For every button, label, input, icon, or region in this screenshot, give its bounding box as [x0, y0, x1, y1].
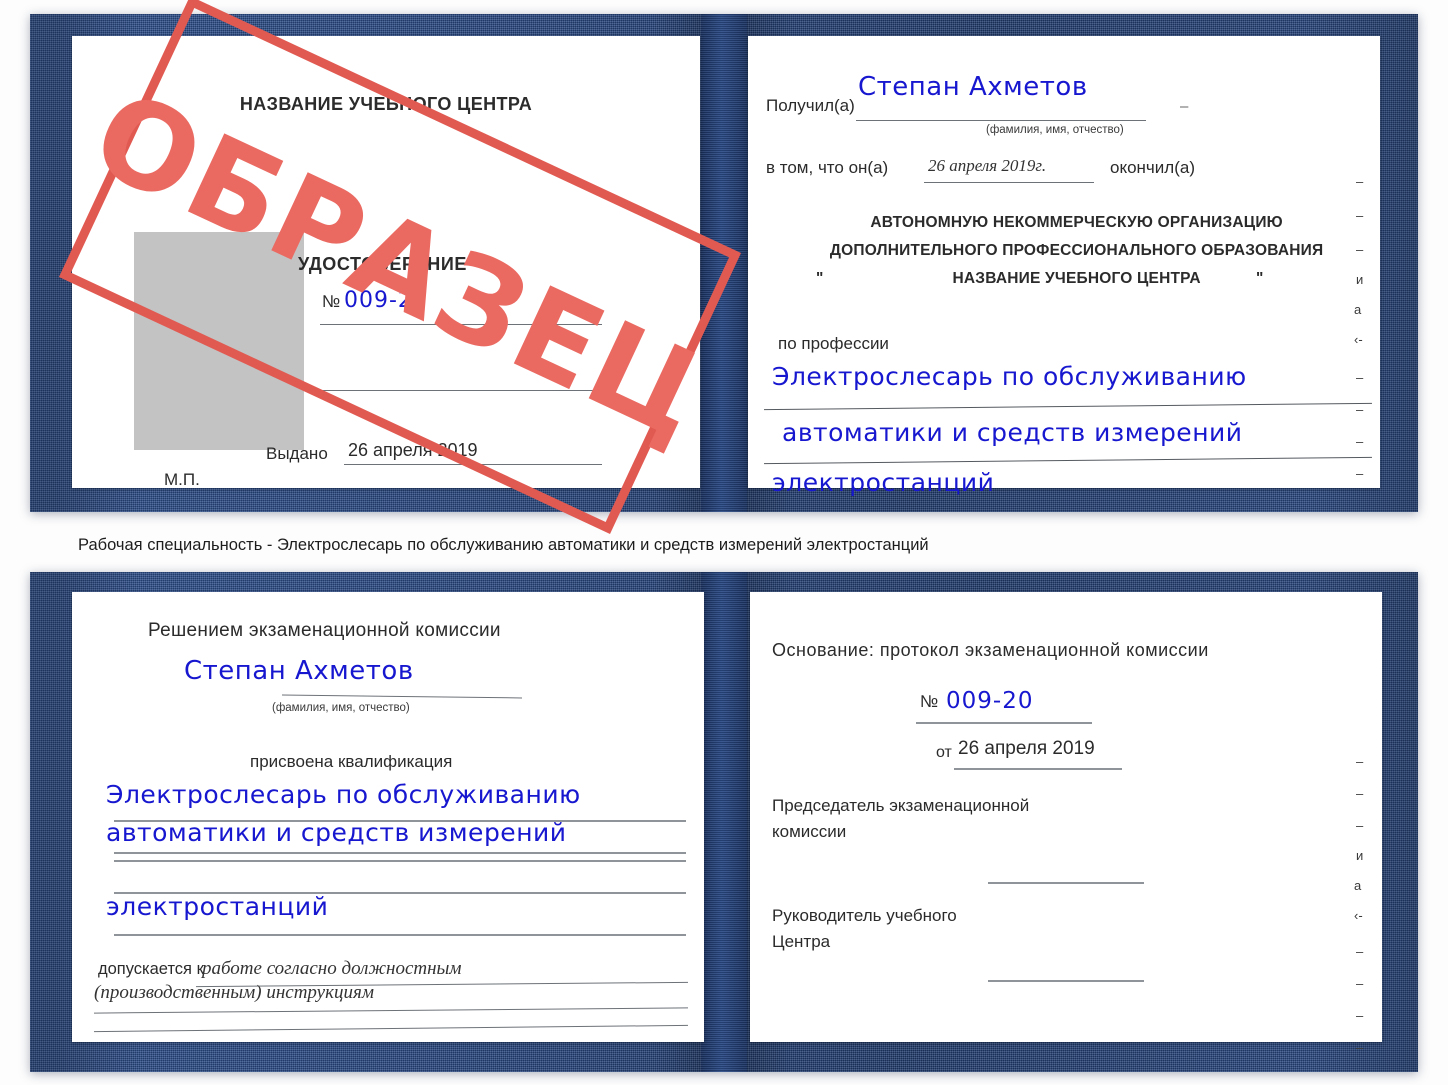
in-that-value: 26 апреля 2019г. — [928, 156, 1047, 175]
chairman-line1: Председатель экзаменационной — [772, 796, 1030, 815]
org-line3: НАЗВАНИЕ УЧЕБНОГО ЦЕНТРА — [952, 270, 1201, 287]
qualification-line3: электростанций — [106, 892, 329, 921]
protocol-date-value: 26 апреля 2019 — [958, 738, 1095, 759]
edge-mark: – — [1356, 754, 1364, 769]
edge-mark: – — [1356, 434, 1364, 449]
edge-mark: – — [1356, 786, 1364, 801]
qualification-rule3 — [114, 934, 686, 936]
allowed-value-line1: работе согласно должностным — [202, 958, 462, 979]
page-bottom-right: Основание: протокол экзаменационной коми… — [750, 592, 1382, 1042]
head-signature-rule — [988, 980, 1144, 982]
name-hint-bottom: (фамилия, имя, отчество) — [272, 702, 410, 714]
qualification-rule2 — [114, 860, 686, 862]
edge-mark: – — [1356, 944, 1364, 959]
in-that-rule — [924, 182, 1094, 183]
profession-rule2 — [764, 456, 1372, 465]
protocol-date-rule — [954, 768, 1122, 770]
edge-mark: – — [1356, 208, 1364, 223]
allowed-rule3 — [94, 1024, 688, 1033]
blank-rule-top-left — [318, 390, 608, 391]
issued-value-top-left: 26 апреля 2019 — [348, 440, 478, 460]
edge-mark: – — [1356, 174, 1364, 189]
org-line2: ДОПОЛНИТЕЛЬНОГО ПРОФЕССИОНАЛЬНОГО ОБРАЗО… — [829, 242, 1324, 259]
issued-rule-top-left — [344, 464, 602, 465]
edge-mark: и — [1356, 272, 1364, 287]
edge-mark: – — [1356, 818, 1364, 833]
allowed-value-line2: (производственным) инструкциям — [94, 982, 374, 1003]
org-quote-open: " — [816, 270, 824, 287]
protocol-date-label: от — [936, 744, 952, 761]
profession-line1: Электрослесарь по обслуживанию — [772, 362, 1247, 391]
head-line2: Центра — [772, 932, 831, 951]
edge-mark: – — [1356, 976, 1364, 991]
edge-mark: а — [1354, 878, 1362, 893]
head-line1: Руководитель учебного — [772, 906, 957, 925]
edge-marks-top: – – – и а ‹- – – – – — [1352, 174, 1378, 481]
chairman-signature-rule — [988, 882, 1144, 884]
received-value: Степан Ахметов — [858, 72, 1088, 102]
number-value-top-left: 009-20 — [344, 288, 428, 313]
photo-placeholder — [134, 232, 304, 450]
qualification-rule1b — [114, 852, 686, 854]
number-rule-top-left — [320, 324, 602, 325]
book-spine-bottom — [701, 572, 747, 1072]
name-rule-bottom — [282, 694, 522, 699]
qualification-line1: Электрослесарь по обслуживанию — [106, 780, 581, 809]
org-title-top-left: НАЗВАНИЕ УЧЕБНОГО ЦЕНТРА — [239, 94, 533, 114]
in-that-label: в том, что он(а) — [766, 158, 889, 177]
allowed-label: допускается к — [98, 960, 204, 978]
certificate-top: НАЗВАНИЕ УЧЕБНОГО ЦЕНТРА УДОСТОВЕРЕНИЕ №… — [30, 14, 1418, 512]
chairman-line2: комиссии — [772, 822, 847, 841]
basis-label: Основание: протокол экзаменационной коми… — [772, 640, 1209, 660]
edge-mark: – — [1356, 402, 1364, 417]
commission-title: Решением экзаменационной комиссии — [148, 620, 501, 641]
page-bottom-left: Решением экзаменационной комиссии Степан… — [72, 592, 704, 1042]
image-caption: Рабочая специальность - Электрослесарь п… — [78, 536, 929, 554]
profession-rule1 — [764, 402, 1372, 411]
profession-label: по профессии — [778, 334, 889, 353]
received-label: Получил(а) — [766, 96, 855, 115]
profession-line3: электростанций — [772, 468, 995, 497]
page-top-left: НАЗВАНИЕ УЧЕБНОГО ЦЕНТРА УДОСТОВЕРЕНИЕ №… — [72, 36, 700, 489]
doc-title-top-left: УДОСТОВЕРЕНИЕ — [298, 254, 467, 274]
edge-marks-bottom: – – – и а ‹- – – – – — [1352, 754, 1378, 1055]
issued-label-top-left: Выдано — [266, 444, 328, 463]
edge-mark: а — [1354, 302, 1362, 317]
edge-mark: ‹- — [1354, 332, 1363, 347]
received-hint: (фамилия, имя, отчество) — [986, 124, 1124, 136]
edge-mark: ‹- — [1354, 908, 1363, 923]
edge-mark: и — [1356, 848, 1364, 863]
edge-mark: – — [1356, 242, 1364, 257]
qualification-line2-visible: автоматики и средств измерений — [106, 818, 567, 847]
protocol-number-value: 009-20 — [946, 688, 1034, 714]
finished-label: окончил(а) — [1110, 158, 1195, 177]
seal-label-top-left: М.П. — [164, 470, 200, 489]
profession-line2: автоматики и средств измерений — [782, 418, 1243, 447]
org-line1: АВТОНОМНУЮ НЕКОММЕРЧЕСКУЮ ОРГАНИЗАЦИЮ — [870, 214, 1283, 231]
edge-mark: – — [1356, 1040, 1364, 1055]
book-spine-top — [701, 14, 747, 512]
number-label-top-left: № — [322, 292, 341, 311]
name-value-bottom: Степан Ахметов — [184, 656, 414, 686]
edge-mark: – — [1356, 1008, 1364, 1023]
edge-mark: – — [1356, 466, 1364, 481]
qualification-label: присвоена квалификация — [250, 752, 453, 771]
protocol-number-label: № — [920, 692, 939, 711]
received-trailing-dash: – — [1180, 98, 1189, 115]
protocol-number-rule — [916, 722, 1092, 724]
org-quote-close: " — [1256, 270, 1264, 287]
certificate-bottom: Решением экзаменационной комиссии Степан… — [30, 572, 1418, 1072]
received-rule — [856, 120, 1146, 121]
allowed-rule2 — [94, 1007, 688, 1014]
page-top-right: Получил(а) Степан Ахметов (фамилия, имя,… — [748, 36, 1380, 497]
edge-mark: – — [1356, 370, 1364, 385]
